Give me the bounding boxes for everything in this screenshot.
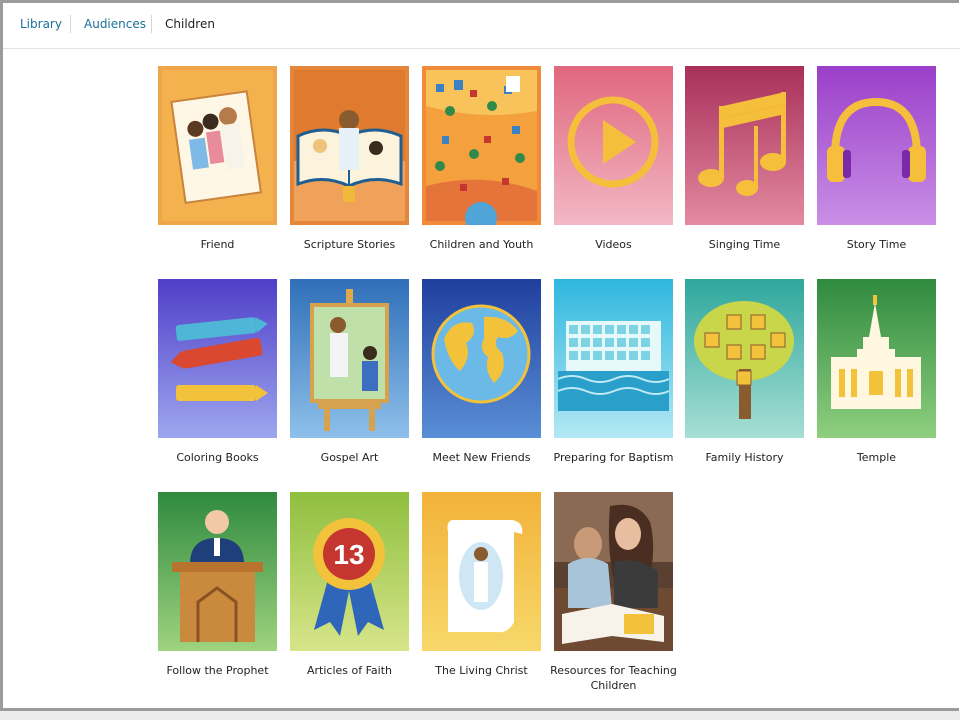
tile-label: Follow the Prophet — [166, 664, 269, 677]
tile-label: Videos — [595, 238, 632, 251]
play-icon — [554, 66, 673, 225]
bottom-strip — [0, 711, 960, 720]
tile-label: Temple — [856, 451, 897, 464]
village-map-icon — [422, 66, 541, 225]
calendar-water-icon — [554, 279, 673, 438]
breadcrumb-divider — [70, 15, 71, 33]
tile-label: Coloring Books — [176, 451, 259, 464]
breadcrumb-divider — [151, 15, 152, 33]
tile-label: Gospel Art — [320, 451, 379, 464]
headphones-icon — [817, 66, 936, 225]
tile-label: Scripture Stories — [303, 238, 396, 251]
globe-icon — [422, 279, 541, 438]
temple-icon — [817, 279, 936, 438]
breadcrumb-audiences[interactable]: Audiences — [84, 16, 146, 32]
friend-magazine-icon — [158, 66, 277, 225]
photo-reading-icon — [554, 492, 673, 651]
badge-number: 13 — [333, 539, 364, 570]
tile-label: Friend — [200, 238, 235, 251]
breadcrumb-library[interactable]: Library — [20, 16, 62, 32]
breadcrumb: Library Audiences Children — [3, 3, 960, 49]
tile-label: Meet New Friends — [432, 451, 531, 464]
tile-label: The Living Christ — [435, 664, 528, 677]
tile-label: Story Time — [846, 238, 907, 251]
tile-label: Resources for Teaching Children — [550, 664, 677, 692]
family-tree-icon — [685, 279, 804, 438]
scripture-book-icon — [290, 66, 409, 225]
easel-icon — [290, 279, 409, 438]
breadcrumb-children: Children — [165, 17, 215, 31]
ribbon-13-icon: 13 — [290, 492, 409, 651]
tile-label: Preparing for Baptism — [553, 451, 674, 464]
prophet-pulpit-icon — [158, 492, 277, 651]
tile-label: Family History — [705, 451, 784, 464]
music-note-icon — [685, 66, 804, 225]
tile-label: Articles of Faith — [306, 664, 392, 677]
scroll-icon — [422, 492, 541, 651]
crayons-icon — [158, 279, 277, 438]
tile-label: Singing Time — [708, 238, 781, 251]
tile-label: Children and Youth — [429, 238, 534, 251]
